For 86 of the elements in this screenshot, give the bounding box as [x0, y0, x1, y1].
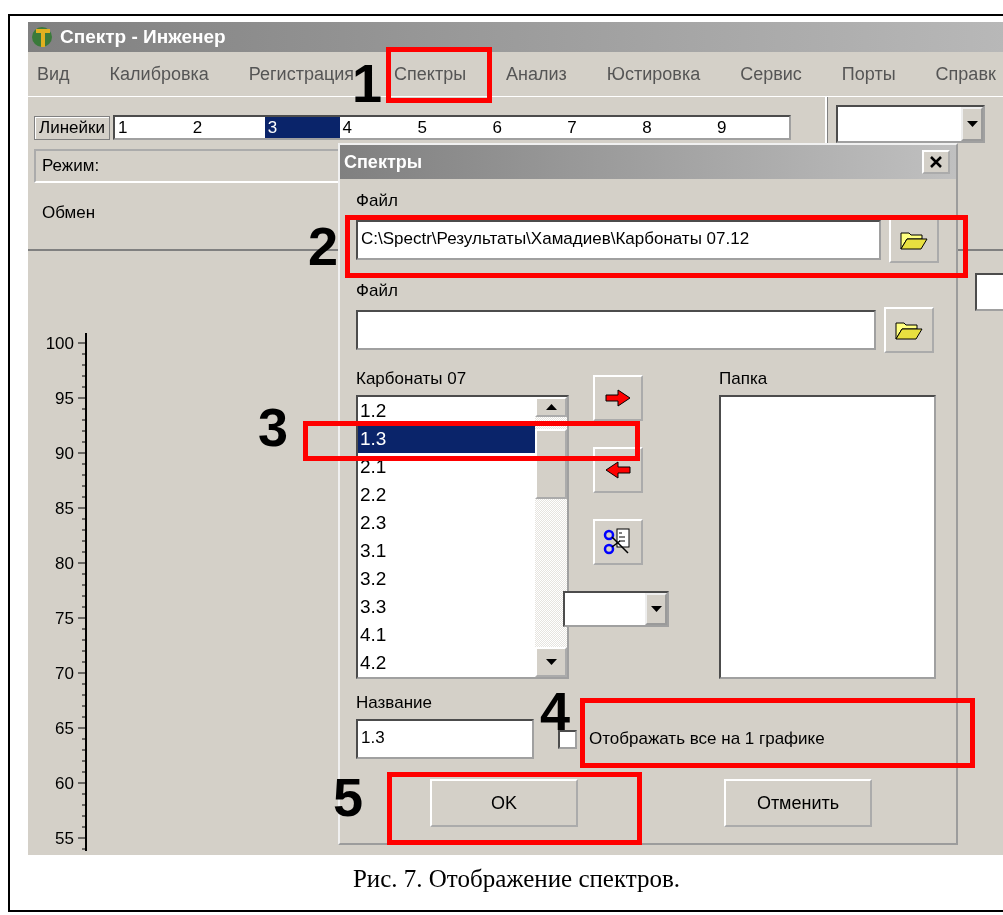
menu-item[interactable]: Юстировка — [606, 63, 701, 85]
menu-item[interactable]: Калибровка — [109, 63, 209, 85]
menu-item[interactable]: Сервис — [740, 63, 802, 85]
axis-label: 85 — [55, 499, 74, 518]
scissors-document-icon — [603, 527, 633, 557]
axis-label: 80 — [55, 554, 74, 573]
dropdown-button[interactable] — [645, 593, 667, 625]
callout-number: 3 — [258, 400, 289, 454]
scroll-up-button[interactable] — [535, 397, 567, 417]
scroll-thumb[interactable] — [535, 429, 567, 499]
line-number[interactable]: 2 — [189, 117, 265, 138]
folder-list[interactable] — [719, 395, 936, 679]
add-button[interactable] — [593, 375, 643, 421]
axis-label: 90 — [55, 444, 74, 463]
menu-item[interactable]: Вид — [37, 63, 70, 85]
browse-button[interactable] — [889, 217, 939, 263]
caret-icon — [650, 606, 662, 612]
menu-item[interactable]: Спектры — [394, 63, 467, 85]
line-number[interactable]: 6 — [489, 117, 565, 138]
caret-icon — [966, 121, 978, 127]
axis-label: 60 — [55, 774, 74, 793]
list-item[interactable]: 4.1 — [358, 621, 535, 649]
browse-button[interactable] — [884, 307, 934, 353]
cancel-button[interactable]: Отменить — [724, 779, 872, 827]
checkbox[interactable] — [558, 729, 577, 749]
left-arrow-icon — [605, 461, 631, 479]
exchange-label: Обмен — [42, 203, 97, 223]
menu-item[interactable]: Порты — [841, 63, 896, 85]
file-path-field[interactable]: C:\Spectr\Результаты\Хамадиев\Карбонаты 07.12 — [356, 220, 881, 260]
axis-label: 55 — [55, 829, 74, 848]
list-label: Карбонаты 07 — [356, 369, 468, 389]
axis-label: 95 — [55, 389, 74, 408]
checkbox-label: Отображать все на 1 графике — [589, 729, 825, 749]
line-number[interactable]: 5 — [414, 117, 490, 138]
axis-label: 70 — [55, 664, 74, 683]
line-number[interactable]: 1 — [114, 117, 190, 138]
figure-caption: Рис. 7. Отображение спектров. — [351, 865, 682, 893]
folder-icon — [895, 320, 923, 340]
axis-label: 75 — [55, 609, 74, 628]
name-field[interactable]: 1.3 — [356, 719, 534, 759]
dropdown[interactable] — [563, 591, 669, 627]
callout-number: 4 — [540, 684, 571, 738]
close-icon — [930, 156, 942, 168]
callout-number: 2 — [308, 219, 339, 273]
list-item[interactable]: 3.3 — [358, 593, 535, 621]
list-item[interactable]: 4.2 — [358, 649, 535, 677]
caret-icon — [545, 659, 557, 665]
list-item[interactable]: 2.3 — [358, 509, 535, 537]
callout-number: 5 — [333, 770, 364, 824]
lines-label: Линейки — [34, 115, 110, 140]
cut-button[interactable] — [593, 519, 643, 565]
close-button[interactable] — [922, 150, 950, 174]
scroll-down-button[interactable] — [535, 647, 567, 677]
dropdown[interactable] — [836, 105, 985, 143]
menu-item[interactable]: Анализ — [506, 63, 567, 85]
axis-label: 100 — [45, 334, 74, 353]
line-number[interactable]: 3 — [264, 117, 340, 138]
lines-field[interactable]: 1 2 3 4 5 6 7 8 9 — [112, 115, 791, 140]
right-arrow-icon — [605, 389, 631, 407]
side-field — [975, 273, 1003, 311]
menu-item[interactable]: Справк — [935, 63, 996, 85]
list-item[interactable]: 3.2 — [358, 565, 535, 593]
list-item[interactable]: 1.2 — [358, 397, 535, 425]
list-item[interactable]: 2.2 — [358, 481, 535, 509]
caret-icon — [545, 404, 557, 410]
line-number[interactable]: 4 — [339, 117, 415, 138]
mode-label: Режим: — [42, 156, 100, 176]
menu-item[interactable]: Регистрация — [248, 63, 355, 85]
folder-label: Папка — [719, 369, 769, 389]
axis-label: 65 — [55, 719, 74, 738]
ok-button[interactable]: OK — [430, 779, 578, 827]
folder-icon — [900, 230, 928, 250]
field-label: Файл — [356, 281, 399, 301]
field-label: Файл — [356, 191, 399, 211]
dialog-title: Спектры — [344, 151, 423, 173]
list-item[interactable]: 3.1 — [358, 537, 535, 565]
line-number[interactable]: 9 — [714, 117, 789, 138]
line-number[interactable]: 7 — [564, 117, 640, 138]
scrollbar[interactable] — [535, 397, 567, 677]
list-item[interactable]: 1.3 — [358, 425, 535, 453]
window-title: Спектр - Инженер — [60, 26, 226, 48]
line-number[interactable]: 8 — [639, 117, 715, 138]
dropdown-button[interactable] — [961, 107, 983, 141]
name-label: Название — [356, 693, 433, 713]
callout-number: 1 — [352, 56, 383, 110]
file-path-field[interactable] — [356, 310, 876, 350]
